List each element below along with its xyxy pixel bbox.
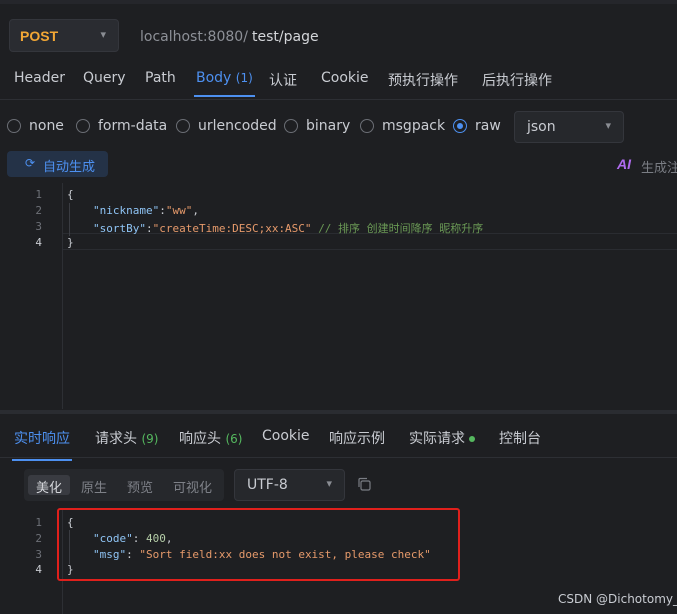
radio-binary[interactable]: binary (284, 118, 350, 134)
radio-circle-icon (76, 119, 90, 133)
json-string: "createTime:DESC;xx:ASC" (152, 222, 312, 235)
tab-post-script[interactable]: 后执行操作 (482, 70, 552, 90)
tab-pre-script[interactable]: 预执行操作 (388, 70, 458, 90)
copy-icon[interactable] (356, 476, 372, 492)
request-body-editor[interactable]: 1 2 3 4 { "nickname":"ww", "sortBy":"cre… (0, 183, 677, 409)
tab-request-headers[interactable]: 请求头 (9) (95, 428, 158, 448)
top-strip (0, 0, 677, 4)
status-dot-icon (469, 436, 475, 442)
watermark: CSDN @Dichotomy_ (558, 592, 677, 606)
colon: : (159, 204, 166, 217)
ai-generate-comment-button[interactable]: 生成注 (641, 157, 677, 176)
radio-label: urlencoded (198, 118, 277, 134)
tab-query[interactable]: Query (83, 70, 126, 86)
tab-body-label: Body (196, 70, 232, 86)
radio-circle-icon (176, 119, 190, 133)
radio-label: raw (475, 118, 501, 134)
tab-cookie[interactable]: Cookie (262, 428, 310, 444)
tab-count: (6) (225, 432, 243, 446)
line-number: 4 (35, 236, 42, 249)
tab-header[interactable]: Header (14, 70, 65, 86)
tab-live-response[interactable]: 实时响应 (12, 428, 72, 461)
chevron-down-icon: ▾ (100, 29, 106, 41)
line-number: 4 (35, 563, 42, 576)
line-number: 3 (35, 220, 42, 233)
code-comment: // 排序 创建时间降序 昵称升序 (318, 222, 484, 235)
code-line: { (67, 188, 74, 201)
json-key: "sortBy" (93, 222, 146, 235)
radio-selected-icon (453, 119, 467, 133)
method-select[interactable]: POST ▾ (9, 19, 119, 52)
radio-form-data[interactable]: form-data (76, 118, 167, 134)
code-line: } (67, 236, 74, 249)
tab-console[interactable]: 控制台 (499, 428, 541, 448)
comma: , (192, 204, 199, 217)
tab-actual-request[interactable]: 实际请求 (409, 428, 475, 448)
radio-msgpack[interactable]: msgpack (360, 118, 445, 134)
raw-format-value: json (527, 119, 556, 135)
view-mode-visualize[interactable]: 可视化 (165, 475, 220, 496)
tab-count: (9) (141, 432, 159, 446)
radio-urlencoded[interactable]: urlencoded (176, 118, 277, 134)
radio-label: none (29, 118, 64, 134)
ai-icon[interactable]: AI (617, 156, 631, 172)
request-tabs: Header Query Path Body (1) 认证 Cookie 预执行… (0, 62, 677, 100)
indent-guide (69, 203, 70, 236)
radio-circle-icon (284, 119, 298, 133)
tab-response-example[interactable]: 响应示例 (329, 428, 385, 448)
tab-body-count: (1) (235, 71, 253, 85)
brace: } (67, 236, 74, 249)
tab-auth[interactable]: 认证 (269, 70, 297, 90)
colon: : (145, 222, 153, 235)
chevron-down-icon: ▾ (605, 120, 611, 132)
highlight-box (57, 508, 460, 581)
tab-label: 实际请求 (409, 431, 465, 447)
gutter-divider (62, 183, 63, 409)
line-number: 1 (35, 516, 42, 529)
radio-circle-icon (360, 119, 374, 133)
tab-cookie[interactable]: Cookie (321, 70, 369, 86)
view-mode-raw[interactable]: 原生 (73, 475, 115, 496)
encoding-value: UTF-8 (247, 477, 288, 493)
chevron-down-icon: ▾ (326, 478, 332, 490)
view-mode-segmented: 美化 原生 预览 可视化 (24, 469, 224, 501)
encoding-select[interactable]: UTF-8 ▾ (234, 469, 345, 501)
host-text[interactable]: localhost:8080/ (140, 29, 248, 45)
raw-format-select[interactable]: json ▾ (514, 111, 624, 143)
path-input[interactable]: test/page (252, 29, 319, 45)
view-mode-pretty[interactable]: 美化 (28, 475, 71, 496)
radio-label: binary (306, 118, 351, 134)
line-number: 3 (35, 548, 42, 561)
tab-response-headers[interactable]: 响应头 (6) (179, 428, 242, 448)
tab-path[interactable]: Path (145, 70, 176, 86)
radio-raw[interactable]: raw (453, 118, 501, 134)
radio-circle-icon (7, 119, 21, 133)
code-line: "sortBy":"createTime:DESC;xx:ASC" // 排序 … (93, 220, 483, 236)
code-line: "nickname":"ww", (93, 204, 199, 217)
line-number: 2 (35, 532, 42, 545)
method-value: POST (20, 28, 59, 44)
radio-none[interactable]: none (7, 118, 64, 134)
tab-label: 响应头 (179, 431, 221, 447)
brace: { (67, 188, 74, 201)
line-number: 1 (35, 188, 42, 201)
json-string: "ww" (165, 204, 193, 217)
json-key: "nickname" (93, 204, 160, 217)
tab-body[interactable]: Body (1) (194, 70, 255, 97)
refresh-icon: ⟳ (25, 156, 36, 170)
auto-generate-button[interactable]: ⟳ 自动生成 (7, 151, 108, 177)
auto-generate-label: 自动生成 (43, 160, 96, 175)
response-tabs: 实时响应 请求头 (9) 响应头 (6) Cookie 响应示例 实际请求 控制… (0, 414, 677, 461)
line-number: 2 (35, 204, 42, 217)
radio-label: msgpack (382, 118, 446, 134)
url-bar: POST ▾ localhost:8080/ test/page (0, 12, 677, 64)
radio-label: form-data (98, 118, 168, 134)
tab-label: 请求头 (95, 431, 137, 447)
view-mode-preview[interactable]: 预览 (119, 475, 161, 496)
